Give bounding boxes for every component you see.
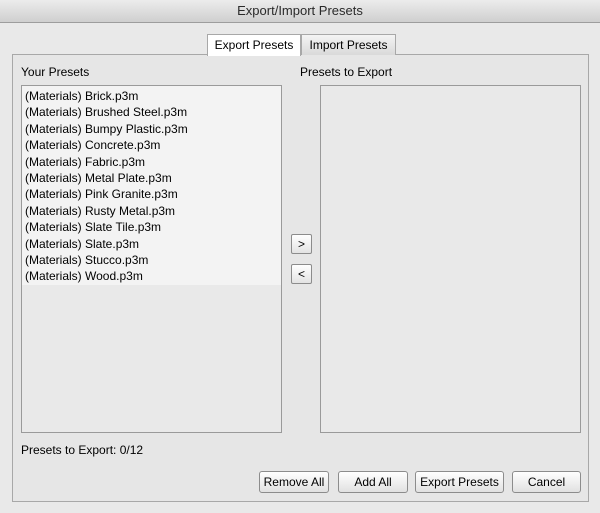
preset-list-item[interactable]: (Materials) Brushed Steel.p3m <box>22 104 281 120</box>
cancel-button[interactable]: Cancel <box>512 471 581 493</box>
preset-list-item[interactable]: (Materials) Rusty Metal.p3m <box>22 203 281 219</box>
tab-import-presets[interactable]: Import Presets <box>301 34 396 55</box>
your-presets-heading: Your Presets <box>21 65 90 79</box>
preset-list-item[interactable]: (Materials) Slate.p3m <box>22 236 281 252</box>
preset-list-item[interactable]: (Materials) Metal Plate.p3m <box>22 170 281 186</box>
presets-to-export-heading: Presets to Export <box>300 65 393 79</box>
your-presets-items: (Materials) Brick.p3m (Materials) Brushed… <box>22 86 281 285</box>
preset-list-item[interactable]: (Materials) Stucco.p3m <box>22 252 281 268</box>
your-presets-list[interactable]: (Materials) Brick.p3m (Materials) Brushed… <box>21 85 282 433</box>
presets-to-export-list[interactable] <box>320 85 581 433</box>
preset-list-item[interactable]: (Materials) Wood.p3m <box>22 268 281 284</box>
preset-list-item[interactable]: (Materials) Pink Granite.p3m <box>22 186 281 202</box>
export-presets-button[interactable]: Export Presets <box>415 471 504 493</box>
tab-export-presets[interactable]: Export Presets <box>207 34 301 56</box>
preset-list-item[interactable]: (Materials) Slate Tile.p3m <box>22 219 281 235</box>
remove-all-button[interactable]: Remove All <box>259 471 329 493</box>
preset-list-item[interactable]: (Materials) Brick.p3m <box>22 88 281 104</box>
remove-selected-button[interactable]: < <box>291 264 312 284</box>
add-all-button[interactable]: Add All <box>338 471 408 493</box>
preset-list-item[interactable]: (Materials) Bumpy Plastic.p3m <box>22 121 281 137</box>
add-selected-button[interactable]: > <box>291 234 312 254</box>
window-title: Export/Import Presets <box>0 0 600 23</box>
preset-list-item[interactable]: (Materials) Concrete.p3m <box>22 137 281 153</box>
preset-list-item[interactable]: (Materials) Fabric.p3m <box>22 154 281 170</box>
export-count-status: Presets to Export: 0/12 <box>21 443 144 457</box>
